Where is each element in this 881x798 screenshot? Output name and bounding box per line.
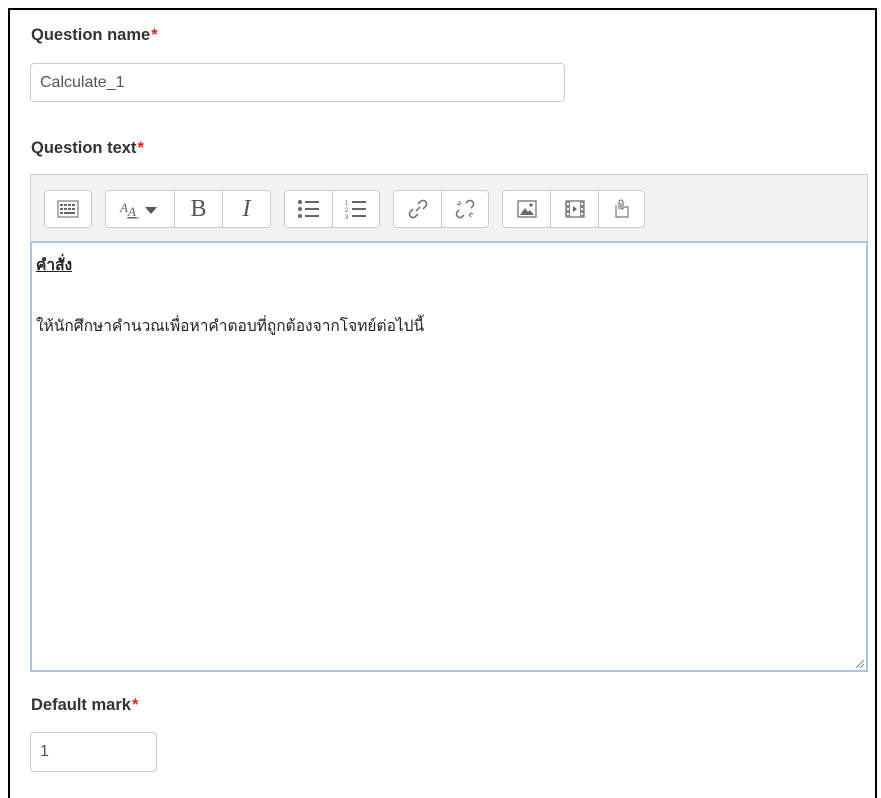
link-icon <box>408 199 427 219</box>
italic-icon: I <box>242 195 251 222</box>
manage-files-button[interactable] <box>599 191 644 227</box>
italic-button[interactable]: I <box>223 191 270 227</box>
media-button[interactable] <box>551 191 599 227</box>
svg-text:A: A <box>119 200 128 215</box>
ordered-list-icon: 1 2 3 <box>345 201 366 219</box>
resize-grip-icon[interactable] <box>854 658 864 668</box>
image-button[interactable] <box>503 191 551 227</box>
form-panel: Question name* Question text* <box>8 8 877 798</box>
svg-text:A: A <box>127 204 136 219</box>
unlink-button[interactable] <box>442 191 488 227</box>
editor-toolbar: A A B I 1 2 3 <box>30 174 868 242</box>
question-name-input[interactable] <box>30 63 565 102</box>
question-name-label: Question name* <box>31 26 158 44</box>
required-asterisk: * <box>137 139 144 157</box>
manage-files-icon <box>614 199 629 218</box>
question-text-editor-content[interactable]: คำสั่ง ให้นักศึกษาคำนวณเพื่อหาคำตอบที่ถู… <box>30 241 868 672</box>
toolbar-group-links <box>393 190 489 228</box>
unordered-list-icon <box>297 200 319 218</box>
font-size-icon: A A <box>119 200 157 219</box>
required-asterisk: * <box>131 696 139 714</box>
bold-button[interactable]: B <box>175 191 223 227</box>
instruction-body: ให้นักศึกษาคำนวณเพื่อหาคำตอบที่ถูกต้องจา… <box>36 318 425 335</box>
ordered-list-button[interactable]: 1 2 3 <box>333 191 379 227</box>
svg-text:3: 3 <box>345 215 349 219</box>
toolbar-group-lists: 1 2 3 <box>284 190 380 228</box>
rich-text-editor: A A B I 1 2 3 คำสั่ง ให้นักศึกษาคำนวณเพื… <box>30 174 868 672</box>
toolbar-toggle-icon <box>57 200 79 218</box>
toolbar-group-style: A A B I <box>105 190 271 228</box>
bold-icon: B <box>190 195 207 222</box>
media-icon <box>564 200 585 218</box>
instruction-heading: คำสั่ง <box>36 257 73 274</box>
unlink-icon <box>455 199 475 219</box>
default-mark-input[interactable] <box>30 732 157 772</box>
unordered-list-button[interactable] <box>285 191 333 227</box>
required-asterisk: * <box>151 26 158 44</box>
toolbar-group-media <box>502 190 645 228</box>
image-icon <box>516 200 537 218</box>
font-size-button[interactable]: A A <box>106 191 175 227</box>
toolbar-toggle-button[interactable] <box>45 191 91 227</box>
question-text-label: Question text* <box>31 139 144 157</box>
toolbar-group-toggle <box>44 190 92 228</box>
default-mark-label: Default mark* <box>31 696 139 714</box>
svg-text:1: 1 <box>345 201 349 207</box>
link-button[interactable] <box>394 191 442 227</box>
svg-text:2: 2 <box>345 208 349 214</box>
